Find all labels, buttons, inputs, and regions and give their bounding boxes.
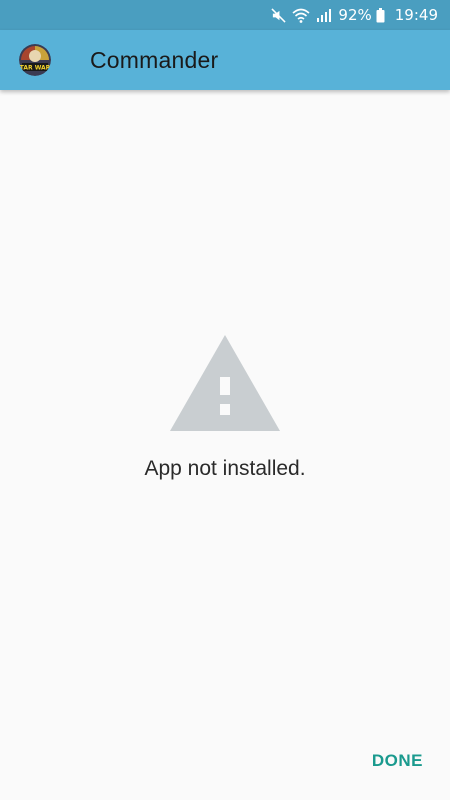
mute-icon — [271, 7, 287, 23]
battery-icon — [376, 7, 385, 23]
wifi-icon — [292, 8, 310, 23]
signal-icon — [316, 8, 332, 22]
app-logo-icon: STAR WARS — [19, 44, 51, 76]
clock: 19:49 — [394, 6, 438, 24]
done-button[interactable]: DONE — [372, 749, 423, 773]
status-bar: 92% 19:49 — [0, 0, 450, 30]
warning-triangle-icon — [170, 335, 280, 431]
error-message: App not installed. — [144, 457, 306, 480]
app-title: Commander — [90, 46, 219, 73]
app-bar: STAR WARS Commander — [0, 30, 450, 90]
svg-text:STAR WARS: STAR WARS — [19, 65, 51, 72]
battery-percentage: 92% — [338, 6, 372, 24]
